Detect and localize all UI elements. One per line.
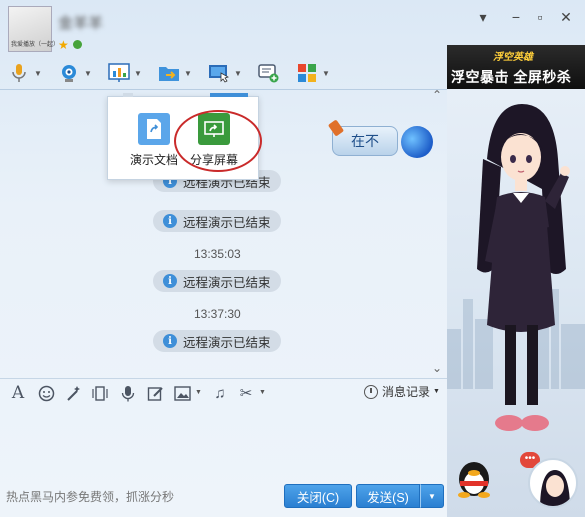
status-icon[interactable]: [73, 40, 82, 49]
vibrate-icon[interactable]: [90, 383, 110, 403]
info-icon: i: [163, 214, 177, 228]
remote-demo-button[interactable]: ▼: [108, 60, 142, 86]
notice-text: 远程演示已结束: [183, 275, 271, 290]
presentation-icon: [108, 62, 130, 84]
chevron-down-icon[interactable]: ▼: [84, 69, 92, 78]
chevron-down-icon[interactable]: ▼: [184, 69, 192, 78]
apps-grid-icon: [296, 62, 318, 84]
self-avatar[interactable]: [528, 458, 578, 508]
minimize-button[interactable]: −: [507, 8, 525, 26]
camera-icon: [58, 62, 80, 84]
tab-indicator-active: [210, 93, 248, 97]
voice-message-icon[interactable]: [118, 383, 138, 403]
message-history-label: 消息记录: [382, 385, 431, 399]
message-history-button[interactable]: 消息记录 ▼: [364, 383, 440, 400]
emoji-icon[interactable]: [36, 383, 56, 403]
clock-icon: [364, 384, 378, 399]
contact-name[interactable]: 金羊羊: [58, 12, 103, 33]
voice-button[interactable]: ▼: [8, 60, 42, 86]
chevron-down-icon[interactable]: ▼: [322, 69, 330, 78]
character-show-panel: [447, 89, 585, 517]
chevron-down-icon[interactable]: ▼: [34, 69, 42, 78]
chevron-down-icon: ▼: [433, 388, 440, 395]
avatar[interactable]: 我爱播放（一起）: [8, 6, 59, 52]
screen-share-icon: [198, 113, 230, 145]
message-timestamp: 13:37:30: [194, 307, 241, 321]
music-icon[interactable]: ♫: [210, 383, 230, 403]
system-notice: i 远程演示已结束: [153, 330, 281, 352]
avatar-caption: 我爱播放（一起）: [11, 42, 60, 48]
doodle-icon[interactable]: [145, 383, 165, 403]
apps-button[interactable]: ▼: [296, 60, 330, 86]
chevron-down-icon[interactable]: ▼: [234, 69, 242, 78]
chevron-down-icon[interactable]: ▼: [195, 389, 202, 396]
chevron-down-icon[interactable]: ▼: [259, 389, 266, 396]
share-screen-label: 分享屏幕: [189, 153, 238, 167]
share-screen-item[interactable]: 分享屏幕: [186, 111, 242, 168]
monitor-icon: [208, 62, 230, 84]
qq-penguin-icon[interactable]: [452, 455, 496, 499]
chevron-down-icon[interactable]: ▼: [134, 69, 142, 78]
info-icon: i: [163, 274, 177, 288]
file-transfer-button[interactable]: ▼: [158, 60, 192, 86]
message-input[interactable]: [0, 408, 447, 480]
notice-text: 远程演示已结束: [183, 335, 271, 350]
font-icon[interactable]: A: [8, 383, 28, 403]
image-icon[interactable]: [172, 383, 192, 403]
video-button[interactable]: ▼: [58, 60, 92, 86]
dropdown-arrow-icon[interactable]: ▾: [474, 8, 492, 26]
expand-icon[interactable]: ⌄: [432, 361, 442, 375]
system-notice: i 远程演示已结束: [153, 270, 281, 292]
hot-news-link[interactable]: 热点黑马内参免费领，抓涨分秒: [6, 488, 174, 505]
close-chat-button[interactable]: 关闭(C): [284, 484, 352, 508]
folder-icon: [158, 62, 180, 84]
message-timestamp: 13:35:03: [194, 247, 241, 261]
demo-document-label: 演示文档: [129, 153, 178, 167]
bottom-bar: 热点黑马内参免费领，抓涨分秒 关闭(C) 发送(S): [0, 480, 447, 517]
microphone-icon: [8, 62, 30, 84]
system-notice: i 远程演示已结束: [153, 210, 281, 232]
demo-document-item[interactable]: 演示文档: [126, 111, 182, 168]
status-bubble[interactable]: 在不: [327, 119, 398, 156]
screenshot-icon[interactable]: ✂: [236, 383, 256, 403]
invite-button[interactable]: [258, 60, 280, 86]
send-button[interactable]: 发送(S): [356, 484, 420, 508]
remote-demo-menu: 演示文档 分享屏幕: [107, 93, 259, 180]
bird-icon[interactable]: [401, 126, 433, 158]
status-bubble-text: 在不: [351, 134, 379, 150]
ad-banner[interactable]: 浮空英雄 浮空暴击 全屏秒杀: [447, 45, 585, 89]
send-options-icon[interactable]: ▼: [420, 484, 444, 508]
character-avatar[interactable]: [447, 89, 585, 459]
ad-slogan: 浮空暴击 全屏秒杀: [451, 69, 572, 85]
tab-indicator: [123, 93, 133, 97]
magic-icon[interactable]: [63, 383, 83, 403]
notice-text: 远程演示已结束: [183, 215, 271, 230]
info-icon: i: [163, 334, 177, 348]
document-share-icon: [138, 113, 170, 145]
main-toolbar: ▼ ▼ ▼ ▼ ▼ ▼: [0, 58, 447, 88]
ad-brand-logo: 浮空英雄: [493, 52, 533, 63]
restore-button[interactable]: ▫: [531, 8, 549, 26]
chat-add-icon: [258, 62, 280, 84]
close-button[interactable]: ✕: [557, 8, 575, 26]
remote-desktop-button[interactable]: ▼: [208, 60, 242, 86]
star-icon[interactable]: ★: [58, 38, 69, 52]
